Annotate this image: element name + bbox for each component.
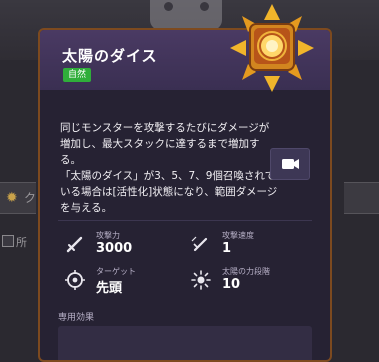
stat-attack-value: 3000: [96, 241, 133, 256]
dice-title: 太陽のダイス: [62, 47, 158, 65]
exclusive-effect-panel: [58, 326, 312, 360]
element-badge: 自然: [63, 68, 92, 82]
stat-target-value: 先頭: [96, 281, 123, 296]
stat-attack-speed: 攻撃速度 1: [190, 230, 310, 260]
target-icon: [65, 270, 85, 290]
background-tab-right[interactable]: [344, 182, 379, 214]
sword-icon: [66, 236, 83, 253]
stat-attack-label: 攻撃力: [96, 231, 120, 240]
stat-attack-speed-value: 1: [222, 241, 232, 256]
sun-dice-emblem: [230, 4, 314, 92]
background-dice: [150, 0, 222, 30]
stat-attack-speed-label: 攻撃速度: [222, 231, 254, 240]
video-button[interactable]: [270, 148, 310, 180]
section-divider: [58, 220, 312, 221]
stat-attack: 攻撃力 3000: [64, 230, 184, 260]
stat-target: ターゲット 先頭: [64, 266, 184, 296]
background-tab[interactable]: ✹ ク: [0, 182, 36, 214]
checkbox-icon: [2, 235, 14, 247]
sun-icon: ✹: [6, 190, 18, 206]
sun-burst-icon: [191, 270, 211, 290]
stat-target-label: ターゲット: [96, 267, 136, 276]
background-checkbox-label: 所: [16, 236, 27, 249]
stat-sun-power: 太陽の力段階 10: [190, 266, 310, 296]
background-tab-label: ク: [24, 191, 37, 205]
stat-sun-power-label: 太陽の力段階: [222, 267, 270, 276]
dagger-speed-icon: [191, 236, 208, 252]
dice-description: 同じモンスターを攻撃するたびにダメージが増加し、最大スタックに達するまで増加する…: [60, 120, 278, 216]
exclusive-effect-label: 専用効果: [58, 313, 95, 323]
stat-sun-power-value: 10: [222, 277, 241, 292]
video-camera-icon: [282, 159, 299, 169]
description-line-2: 「太陽のダイス」が3、5、7、9個召喚されている場合は[活性化]状態になり、範囲…: [60, 170, 278, 214]
background-filter-checkbox[interactable]: 所: [0, 232, 36, 252]
description-line-1: 同じモンスターを攻撃するたびにダメージが増加し、最大スタックに達するまで増加する…: [60, 122, 270, 166]
